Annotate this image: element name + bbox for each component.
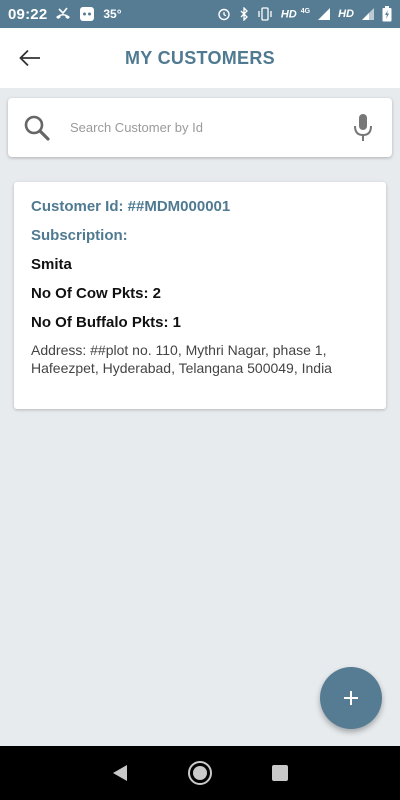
customer-card[interactable]: Customer Id: ##MDM000001 Subscription: S… [14,182,386,409]
system-nav-bar [0,746,400,800]
cow-packets: No Of Cow Pkts: 2 [31,285,162,302]
triangle-back-icon [113,765,127,781]
circle-home-icon [188,761,212,785]
back-button[interactable] [14,42,46,74]
status-right: HD 4G HD [217,6,392,22]
customer-id: Customer Id: ##MDM000001 [31,198,231,215]
square-recents-icon [272,765,288,781]
alarm-icon [217,7,231,21]
status-temperature: 35° [103,7,122,21]
arrow-left-icon [19,49,40,67]
search-bar [8,98,392,157]
microphone-icon[interactable] [348,113,378,143]
status-left: 09:22 35° [8,6,122,23]
status-time: 09:22 [8,5,48,23]
buffalo-packets: No Of Buffalo Pkts: 1 [31,314,182,331]
customer-name: Smita [31,256,72,273]
app-header: MY CUSTOMERS [0,28,400,88]
nav-recents-button[interactable] [260,753,300,793]
signal-icon-1 [318,8,331,20]
app-notification-icon [79,6,95,22]
subscription-label: Subscription: [31,227,128,244]
customer-address: Address: ##plot no. 110, Mythri Nagar, p… [31,342,332,376]
network-label-2: HD [338,8,354,20]
status-bar: 09:22 35° HD 4G HD [0,0,400,28]
nav-home-button[interactable] [180,753,220,793]
signal-icon-2 [362,8,374,20]
add-customer-button[interactable] [320,667,382,729]
vibrate-icon [257,7,273,21]
search-input[interactable] [70,107,348,148]
network-label-1: HD 4G [280,7,311,21]
battery-charging-icon [382,6,392,22]
plus-icon [344,691,358,705]
page-title: MY CUSTOMERS [125,47,275,68]
missed-call-icon [55,7,71,21]
nav-back-button[interactable] [100,753,140,793]
search-icon[interactable] [22,113,52,143]
bluetooth-icon [239,7,249,21]
